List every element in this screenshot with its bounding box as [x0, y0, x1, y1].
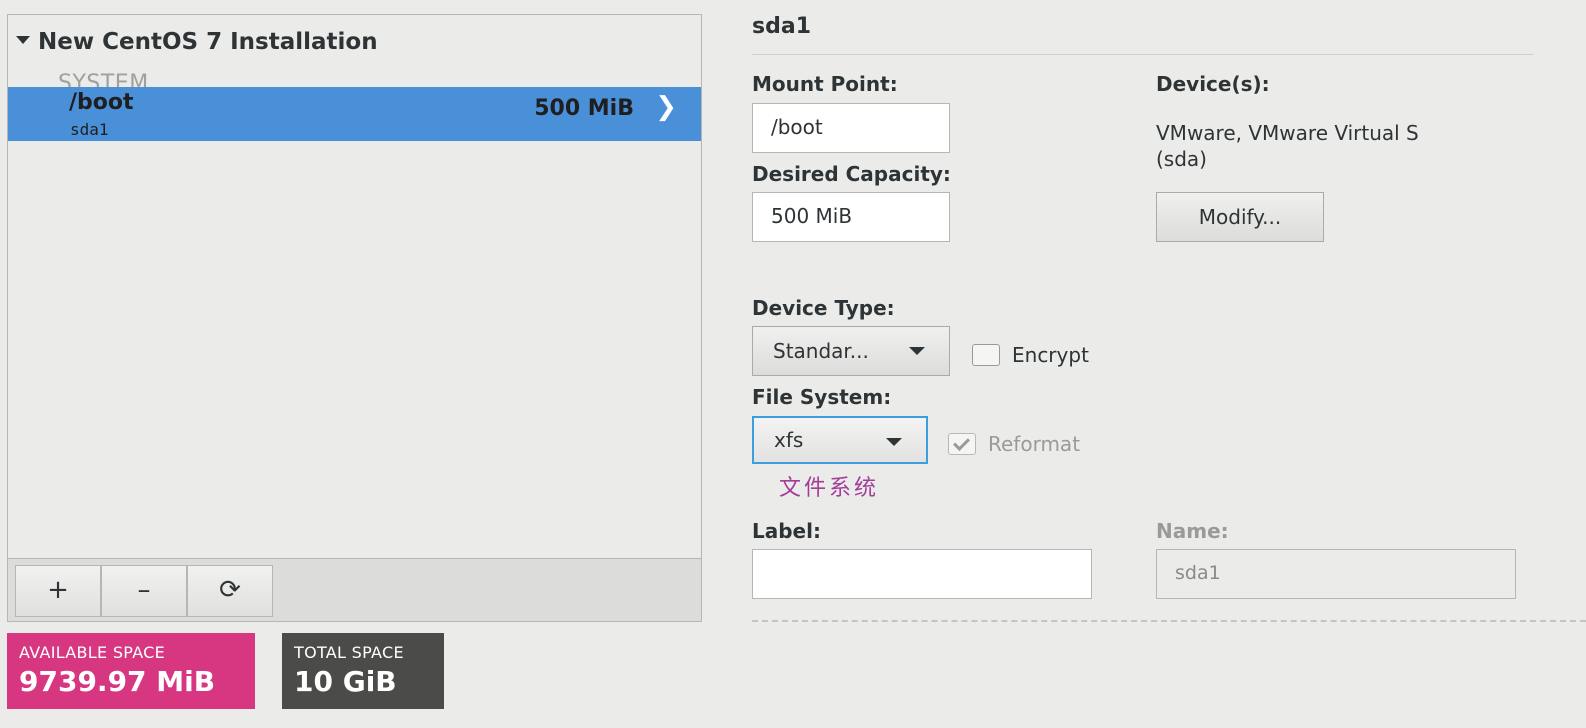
- detail-title: sda1: [752, 14, 811, 39]
- available-space-caption: AVAILABLE SPACE: [19, 643, 166, 662]
- name-field: sda1: [1156, 549, 1516, 599]
- name-field-label: Name:: [1156, 519, 1229, 543]
- available-space-box: AVAILABLE SPACE 9739.97 MiB: [7, 633, 255, 709]
- mount-point-size: 500 MiB: [534, 96, 634, 121]
- devices-label: Device(s):: [1156, 72, 1270, 96]
- modify-button[interactable]: Modify...: [1156, 192, 1324, 242]
- mount-point-label: Mount Point:: [752, 72, 898, 96]
- divider: [752, 54, 1534, 55]
- desired-capacity-field[interactable]: 500 MiB: [752, 192, 950, 242]
- total-space-box: TOTAL SPACE 10 GiB: [282, 633, 444, 709]
- device-type-label: Device Type:: [752, 296, 895, 320]
- add-mount-point-button[interactable]: +: [15, 565, 101, 617]
- reformat-label[interactable]: Reformat: [988, 432, 1080, 456]
- collapse-arrow-icon[interactable]: [16, 35, 30, 44]
- file-system-label: File System:: [752, 385, 892, 409]
- available-space-value: 9739.97 MiB: [19, 665, 216, 698]
- encrypt-checkbox[interactable]: [972, 344, 1000, 366]
- dropdown-arrow-icon: [886, 438, 902, 446]
- device-type-value: Standar...: [773, 339, 869, 363]
- mount-point-name: /boot: [69, 90, 134, 115]
- device-type-select[interactable]: Standar...: [752, 326, 950, 376]
- encrypt-label[interactable]: Encrypt: [1012, 343, 1089, 367]
- dashed-divider: [752, 620, 1586, 622]
- mount-point-row-boot[interactable]: /boot sda1 500 MiB ❯: [8, 87, 701, 141]
- reformat-checkbox[interactable]: [948, 433, 976, 455]
- mount-point-field[interactable]: /boot: [752, 103, 950, 153]
- annotation-text: 文件系统: [779, 476, 880, 501]
- mount-point-tree: New CentOS 7 Installation SYSTEM /boot s…: [7, 14, 702, 558]
- remove-mount-point-button[interactable]: –: [101, 565, 187, 617]
- installation-title: New CentOS 7 Installation: [38, 29, 378, 55]
- chevron-right-icon: ❯: [655, 92, 677, 122]
- file-system-value: xfs: [774, 428, 804, 452]
- devices-text: VMware, VMware Virtual S (sda): [1156, 120, 1419, 172]
- tree-toolbar: + – ⟳: [7, 558, 702, 622]
- total-space-caption: TOTAL SPACE: [294, 643, 404, 662]
- label-field-label: Label:: [752, 519, 821, 543]
- dropdown-arrow-icon: [909, 347, 925, 355]
- desired-capacity-label: Desired Capacity:: [752, 162, 951, 186]
- mount-point-device: sda1: [70, 120, 109, 139]
- devices-line-1: VMware, VMware Virtual S: [1156, 121, 1419, 145]
- devices-line-2: (sda): [1156, 147, 1207, 171]
- installation-header[interactable]: New CentOS 7 Installation: [16, 29, 378, 55]
- total-space-value: 10 GiB: [294, 665, 397, 698]
- file-system-select[interactable]: xfs: [752, 416, 928, 464]
- label-field[interactable]: [752, 549, 1092, 599]
- refresh-icon[interactable]: ⟳: [187, 565, 273, 617]
